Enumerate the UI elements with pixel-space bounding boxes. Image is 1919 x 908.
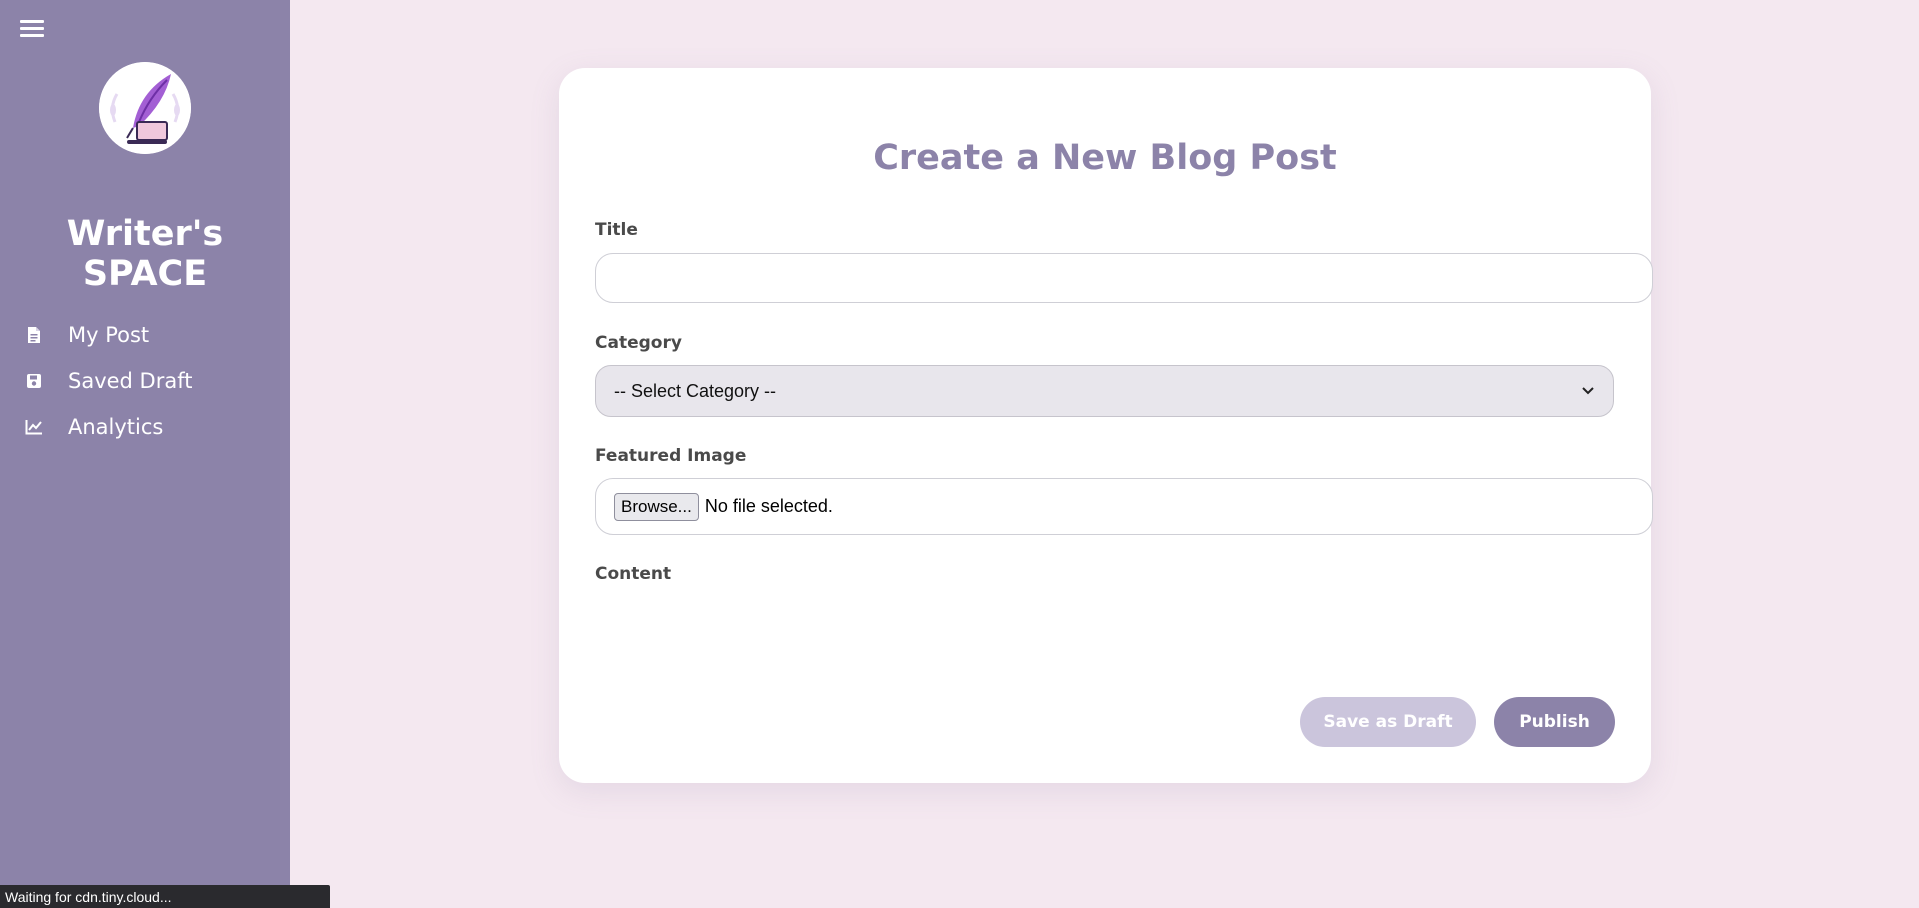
sidebar-item-saved-draft[interactable]: Saved Draft	[24, 358, 274, 404]
logo	[99, 62, 191, 154]
browser-status-bar: Waiting for cdn.tiny.cloud...	[0, 885, 330, 908]
feather-quill-icon	[99, 62, 191, 154]
save-draft-button[interactable]: Save as Draft	[1300, 697, 1476, 747]
file-status: No file selected.	[704, 496, 833, 516]
title-label: Title	[595, 220, 638, 240]
sidebar-item-label: My Post	[68, 323, 150, 347]
document-icon	[24, 325, 44, 345]
browse-button[interactable]: Browse...	[614, 492, 699, 521]
page-title: Create a New Blog Post	[873, 138, 1337, 178]
sidebar-item-label: Analytics	[68, 415, 164, 439]
sidebar: Writer's SPACE My Post Saved Draft Analy…	[0, 0, 290, 908]
publish-button[interactable]: Publish	[1494, 697, 1615, 747]
title-input[interactable]	[595, 253, 1653, 303]
sidebar-nav: My Post Saved Draft Analytics	[24, 312, 274, 450]
featured-image-input[interactable]: Browse... No file selected.	[595, 478, 1653, 535]
create-post-card: Create a New Blog Post Title Category --…	[559, 68, 1653, 783]
hamburger-menu-icon[interactable]	[20, 18, 46, 40]
content-label: Content	[595, 564, 672, 584]
save-icon	[24, 371, 44, 391]
status-text: Waiting for cdn.tiny.cloud...	[5, 888, 172, 905]
featured-image-label: Featured Image	[595, 446, 747, 466]
sidebar-item-label: Saved Draft	[68, 369, 193, 393]
sidebar-item-my-post[interactable]: My Post	[24, 312, 274, 358]
category-selected-value: -- Select Category --	[614, 380, 777, 401]
content-editor[interactable]	[595, 593, 1615, 683]
sidebar-item-analytics[interactable]: Analytics	[24, 404, 274, 450]
line-chart-icon	[24, 417, 44, 437]
chevron-down-icon	[1582, 387, 1594, 395]
category-label: Category	[595, 333, 682, 353]
brand-title: Writer's SPACE	[66, 214, 224, 294]
category-select[interactable]: -- Select Category --	[595, 365, 1614, 417]
